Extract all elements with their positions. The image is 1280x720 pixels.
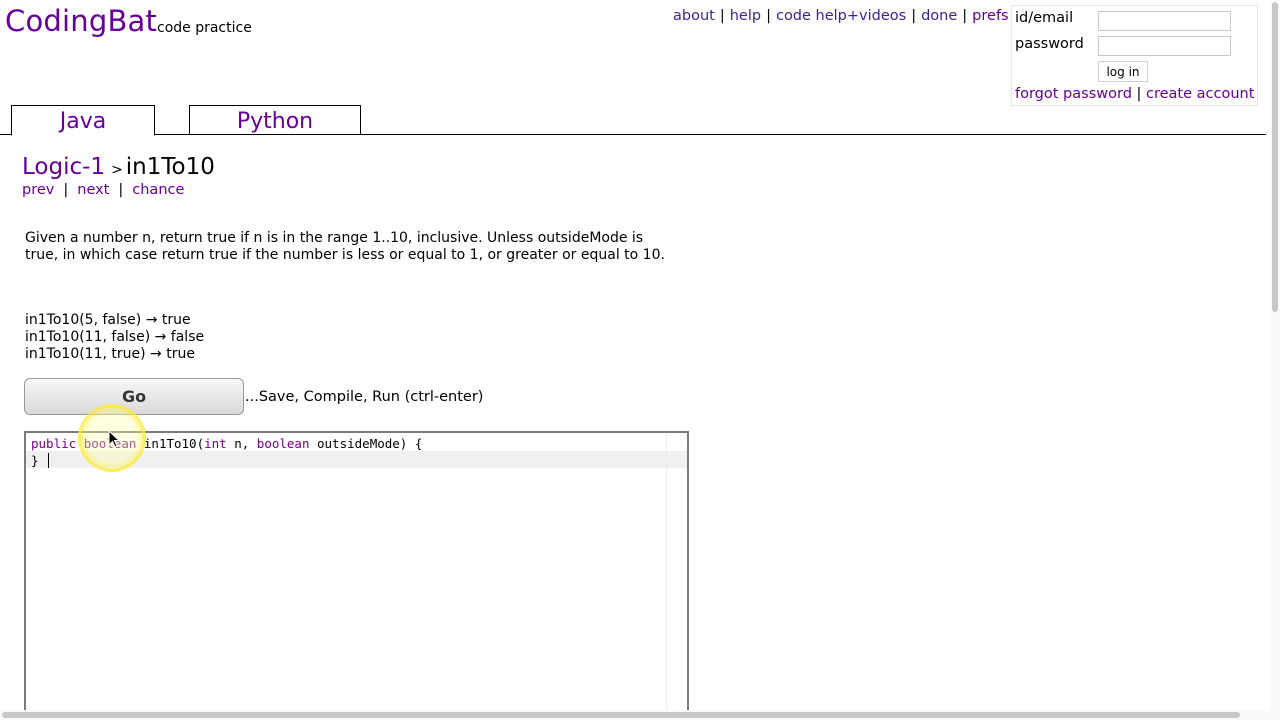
example-line: in1To10(5, false) → true <box>25 312 191 328</box>
problem-description: Given a number n, return true if n is in… <box>25 230 665 263</box>
codingbat-logo[interactable]: CodingBat <box>5 4 157 38</box>
separator: | <box>719 8 725 24</box>
separator: | <box>118 182 124 198</box>
code-editor[interactable]: public boolean in1To10(int n, boolean ou… <box>24 431 689 720</box>
keyword: int <box>204 436 227 451</box>
top-nav: about | help | code help+videos | done | prefs <box>673 8 1009 24</box>
scrollbar-thumb[interactable] <box>2 712 1240 718</box>
id-email-input[interactable] <box>1098 11 1231 31</box>
code-token: in1To10( <box>136 436 205 451</box>
code-line: public boolean in1To10(int n, boolean ou… <box>31 435 422 452</box>
keyword: public <box>31 436 77 451</box>
done-link[interactable]: done <box>921 8 957 24</box>
horizontal-scrollbar[interactable] <box>0 710 1270 720</box>
help-link[interactable]: help <box>730 8 761 24</box>
code-token: outsideMode) { <box>309 436 423 451</box>
chance-link[interactable]: chance <box>132 182 184 198</box>
breadcrumb-separator: > <box>111 162 123 178</box>
tab-python[interactable]: Python <box>189 105 361 135</box>
vertical-scrollbar[interactable] <box>1270 0 1280 720</box>
code-token: n, <box>226 436 257 451</box>
password-label: password <box>1015 36 1084 52</box>
prev-link[interactable]: prev <box>22 182 54 198</box>
separator: | <box>962 8 968 24</box>
separator: | <box>1136 86 1142 102</box>
text-caret <box>48 453 49 468</box>
separator: | <box>63 182 69 198</box>
tab-java[interactable]: Java <box>11 105 155 136</box>
log-in-button[interactable]: log in <box>1098 61 1148 82</box>
code-help-videos-link[interactable]: code help+videos <box>776 8 906 24</box>
separator: | <box>911 8 917 24</box>
prefs-link[interactable]: prefs <box>972 8 1008 24</box>
example-line: in1To10(11, false) → false <box>25 329 205 345</box>
password-input[interactable] <box>1098 36 1231 56</box>
account-links: forgot password | create account <box>1015 86 1254 102</box>
separator: | <box>766 8 771 24</box>
code-line: } <box>31 453 39 468</box>
example-line: in1To10(11, true) → true <box>25 346 195 362</box>
breadcrumb-category-link[interactable]: Logic-1 <box>22 154 105 180</box>
login-box: id/email password log in forgot password… <box>1011 5 1258 106</box>
problem-nav: prev | next | chance <box>22 182 184 198</box>
keyword: boolean <box>256 436 310 451</box>
editor-margin-line <box>666 433 667 720</box>
scrollbar-thumb[interactable] <box>1272 2 1278 312</box>
forgot-password-link[interactable]: forgot password <box>1015 86 1132 102</box>
go-hint: ...Save, Compile, Run (ctrl-enter) <box>245 389 484 405</box>
next-link[interactable]: next <box>77 182 109 198</box>
examples-list: in1To10(5, false) → true in1To10(11, fal… <box>25 312 204 363</box>
code-text[interactable]: public boolean in1To10(int n, boolean ou… <box>31 435 422 469</box>
about-link[interactable]: about <box>673 8 715 24</box>
create-account-link[interactable]: create account <box>1146 86 1254 102</box>
tagline: code practice <box>157 20 252 36</box>
mouse-pointer-icon <box>108 429 121 452</box>
breadcrumb: Logic-1 > in1To10 <box>22 154 215 180</box>
go-button[interactable]: Go <box>24 378 244 415</box>
problem-title: in1To10 <box>125 154 215 180</box>
id-email-label: id/email <box>1015 10 1074 26</box>
